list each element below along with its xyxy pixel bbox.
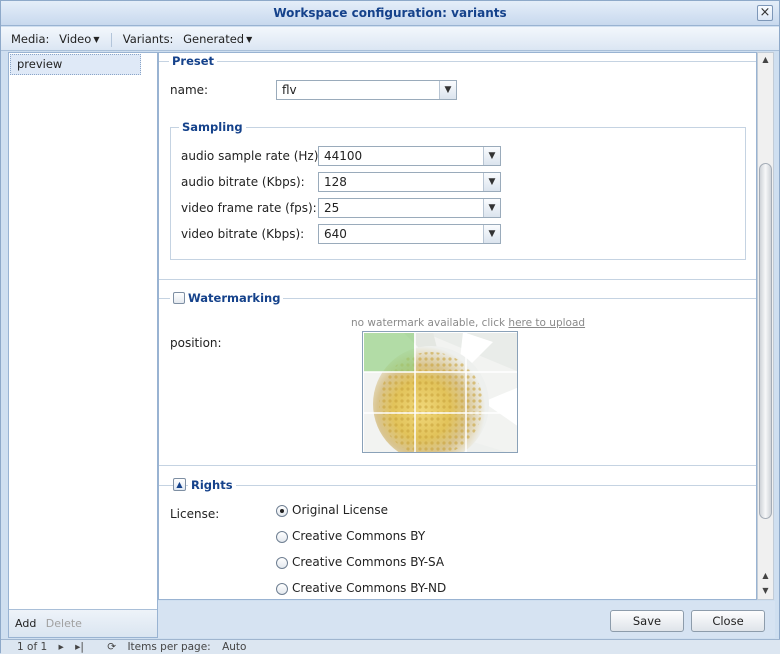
close-button[interactable]: Close bbox=[691, 610, 765, 632]
video-frame-rate-label: video frame rate (fps): bbox=[181, 201, 317, 215]
chevron-down-icon: ▼ bbox=[246, 34, 253, 44]
window-titlebar[interactable]: Workspace configuration: variants × bbox=[1, 1, 779, 26]
license-radio-cc-by-sa[interactable] bbox=[276, 557, 288, 569]
media-value: Video bbox=[59, 32, 92, 46]
items-per-page-label: Items per page: bbox=[127, 641, 211, 653]
watermark-hint: no watermark available, click here to up… bbox=[351, 317, 585, 329]
media-label: Media: bbox=[11, 32, 50, 46]
refresh-icon[interactable]: ⟳ bbox=[107, 641, 116, 653]
audio-sample-rate-value: 44100 bbox=[324, 149, 363, 163]
list-item-preview[interactable]: preview bbox=[10, 54, 141, 75]
last-page-icon[interactable]: ▸| bbox=[75, 641, 84, 653]
preset-legend: Preset bbox=[169, 54, 218, 68]
chevron-down-icon[interactable]: ▼ bbox=[483, 225, 500, 243]
video-bitrate-value: 640 bbox=[324, 227, 347, 241]
list-footer: Add Delete bbox=[9, 609, 157, 637]
media-dropdown[interactable]: Video ▼ bbox=[59, 27, 99, 52]
scroll-up-icon[interactable]: ▲ bbox=[758, 53, 773, 67]
variants-list-panel: preview Add Delete bbox=[8, 52, 158, 638]
watermarking-checkbox[interactable] bbox=[173, 292, 185, 304]
add-button[interactable]: Add bbox=[15, 617, 36, 630]
vertical-scrollbar[interactable]: ▲ ▲ ▼ bbox=[757, 52, 774, 600]
name-label: name: bbox=[170, 83, 209, 97]
toolbar-separator bbox=[111, 32, 113, 47]
scroll-thumb[interactable] bbox=[759, 163, 772, 519]
audio-bitrate-label: audio bitrate (Kbps): bbox=[181, 175, 305, 189]
next-page-icon[interactable]: ▸ bbox=[59, 641, 64, 653]
close-icon[interactable]: × bbox=[757, 5, 773, 21]
preset-section: Preset name: flv ▼ Sampling audio sample… bbox=[159, 53, 756, 280]
items-per-page-select[interactable]: Auto bbox=[222, 641, 246, 653]
audio-bitrate-combo[interactable]: 128 ▼ bbox=[318, 172, 501, 192]
license-option-label: Creative Commons BY bbox=[292, 529, 426, 543]
divider bbox=[159, 61, 756, 62]
video-frame-rate-value: 25 bbox=[324, 201, 340, 215]
divider bbox=[159, 485, 756, 486]
variants-value: Generated bbox=[183, 32, 245, 46]
rights-section bbox=[159, 467, 756, 599]
audio-sample-rate-label: audio sample rate (Hz): bbox=[181, 149, 323, 163]
scroll-down-icon[interactable]: ▼ bbox=[758, 584, 773, 598]
audio-sample-rate-combo[interactable]: 44100 ▼ bbox=[318, 146, 501, 166]
variants-dropdown[interactable]: Generated ▼ bbox=[183, 27, 252, 52]
workspace-config-window: Workspace configuration: variants × Medi… bbox=[0, 0, 780, 654]
video-frame-rate-combo[interactable]: 25 ▼ bbox=[318, 198, 501, 218]
sampling-legend: Sampling bbox=[179, 120, 246, 134]
license-option-label: Creative Commons BY-SA bbox=[292, 555, 445, 569]
license-option-label: Creative Commons BY-ND bbox=[292, 581, 447, 595]
license-radio-original[interactable] bbox=[276, 505, 288, 517]
watermarking-legend: Watermarking bbox=[170, 291, 284, 305]
watermark-position-grid[interactable] bbox=[362, 331, 518, 453]
window-title: Workspace configuration: variants bbox=[273, 6, 507, 20]
collapse-icon[interactable]: ▲ bbox=[173, 478, 186, 491]
page-indicator: 1 of 1 bbox=[17, 641, 48, 653]
chevron-down-icon: ▼ bbox=[93, 34, 100, 44]
pager-bar: 1 of 1 ▸ ▸| ⟳ Items per page: Auto bbox=[1, 639, 780, 654]
variants-label: Variants: bbox=[122, 32, 174, 46]
dialog-button-bar: Save Close bbox=[158, 601, 775, 638]
license-radio-cc-by[interactable] bbox=[276, 531, 288, 543]
rights-legend: Rights bbox=[188, 478, 236, 492]
video-bitrate-combo[interactable]: 640 ▼ bbox=[318, 224, 501, 244]
save-button[interactable]: Save bbox=[610, 610, 684, 632]
name-combo[interactable]: flv ▼ bbox=[276, 80, 457, 100]
license-radio-cc-by-nd[interactable] bbox=[276, 583, 288, 595]
variant-settings-panel: Preset name: flv ▼ Sampling audio sample… bbox=[158, 52, 757, 600]
watermark-preview-image bbox=[363, 332, 517, 452]
toolbar: Media: Video ▼ Variants: Generated ▼ bbox=[1, 27, 779, 51]
name-value: flv bbox=[282, 83, 297, 97]
audio-bitrate-value: 128 bbox=[324, 175, 347, 189]
video-bitrate-label: video bitrate (Kbps): bbox=[181, 227, 305, 241]
chevron-down-icon[interactable]: ▼ bbox=[439, 81, 456, 99]
chevron-down-icon[interactable]: ▼ bbox=[483, 147, 500, 165]
license-option-label: Original License bbox=[292, 503, 389, 517]
chevron-down-icon[interactable]: ▼ bbox=[483, 173, 500, 191]
position-label: position: bbox=[170, 336, 222, 350]
watermark-hint-text: no watermark available, click bbox=[351, 317, 509, 329]
delete-button[interactable]: Delete bbox=[46, 617, 82, 630]
upload-link[interactable]: here to upload bbox=[508, 317, 585, 329]
chevron-down-icon[interactable]: ▼ bbox=[483, 199, 500, 217]
license-label: License: bbox=[170, 507, 220, 521]
scroll-up-icon[interactable]: ▲ bbox=[758, 569, 773, 583]
